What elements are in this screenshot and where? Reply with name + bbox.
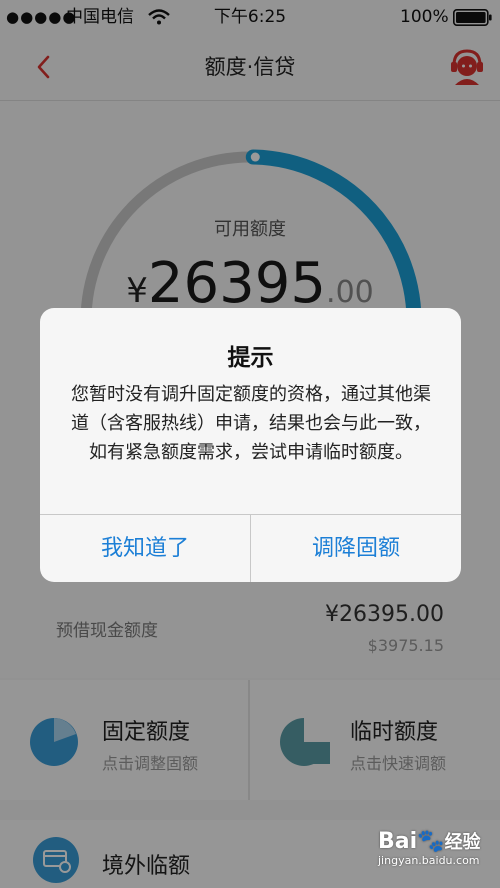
acknowledge-button[interactable]: 我知道了 <box>40 515 250 582</box>
dialog-title: 提示 <box>227 345 274 371</box>
dialog-message: 您暂时没有调升固定额度的资格，通过其他渠道（含客服热线）申请，结果也会与此一致，… <box>71 384 431 463</box>
paw-icon: 🐾 <box>417 829 445 854</box>
watermark: Bai🐾经验 jingyan.baidu.com <box>378 828 496 884</box>
watermark-suffix: 经验 <box>444 832 481 853</box>
reduce-fixed-credit-button[interactable]: 调降固额 <box>251 515 461 582</box>
watermark-brand: Bai <box>378 829 418 854</box>
alert-dialog: 提示 您暂时没有调升固定额度的资格，通过其他渠道（含客服热线）申请，结果也会与此… <box>40 308 461 582</box>
watermark-logo: Bai🐾经验 <box>378 828 496 854</box>
watermark-url: jingyan.baidu.com <box>378 854 480 867</box>
